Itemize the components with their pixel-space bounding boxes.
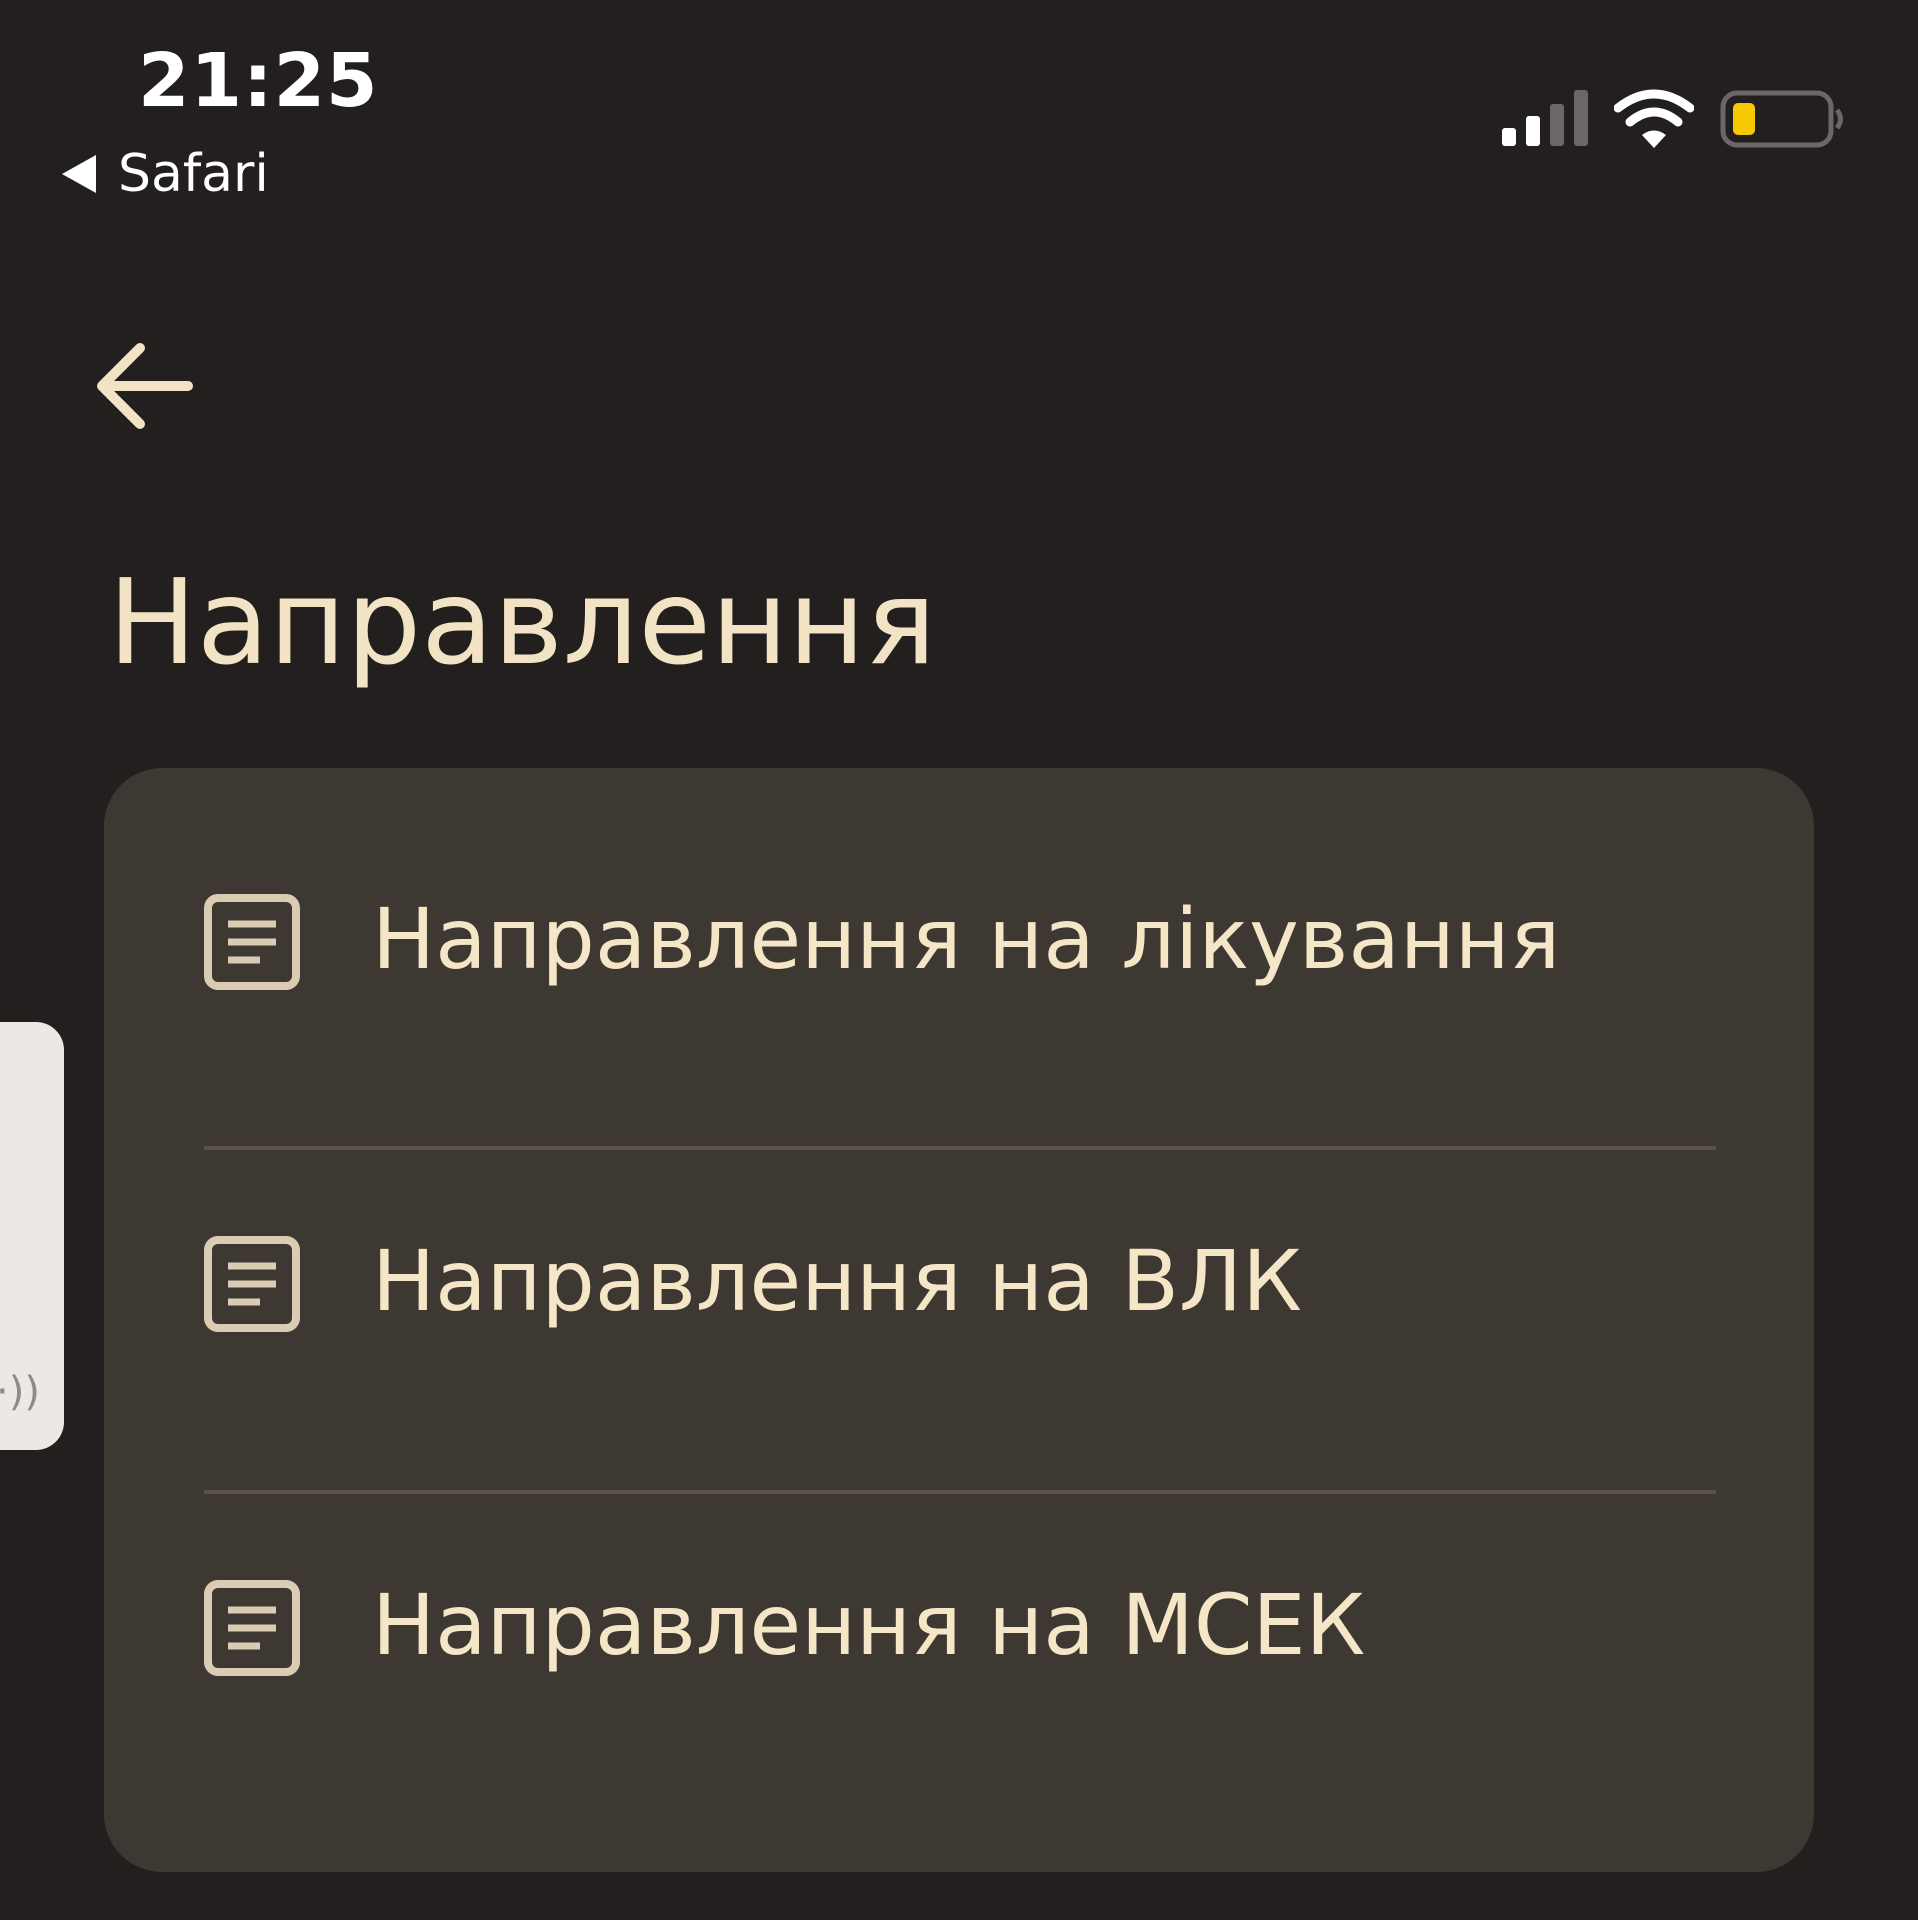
- menu-item-label: Направлення на ВЛК: [372, 1232, 1302, 1330]
- status-time: 21:25: [138, 38, 379, 124]
- sound-waves-icon: ·)): [0, 1369, 40, 1415]
- menu-item-label: Направлення на лікування: [372, 890, 1561, 988]
- menu-item-treatment-referral[interactable]: Направлення на лікування: [104, 768, 1814, 1108]
- back-to-safari-link[interactable]: Safari: [62, 142, 269, 206]
- cellular-signal-icon: [1502, 90, 1588, 146]
- status-bar: 21:25 Safari: [0, 0, 1918, 230]
- document-icon: [204, 1580, 300, 1676]
- document-icon: [204, 1236, 300, 1332]
- menu-item-label: Направлення на МСЕК: [372, 1576, 1366, 1674]
- wifi-icon: [1614, 89, 1694, 148]
- back-triangle-icon: [62, 155, 96, 193]
- side-widget-handle[interactable]: ·)): [0, 1022, 64, 1450]
- menu-item-msek-referral[interactable]: Направлення на МСЕК: [104, 1454, 1814, 1794]
- menu-item-vlk-referral[interactable]: Направлення на ВЛК: [104, 1110, 1814, 1450]
- arrow-left-icon[interactable]: [92, 338, 196, 434]
- document-icon: [204, 894, 300, 990]
- page-title: Направлення: [108, 553, 937, 691]
- back-app-label: Safari: [118, 144, 269, 204]
- battery-low-icon: [1720, 90, 1843, 148]
- referrals-menu-card: Направлення на лікування Направлення на …: [104, 768, 1814, 1872]
